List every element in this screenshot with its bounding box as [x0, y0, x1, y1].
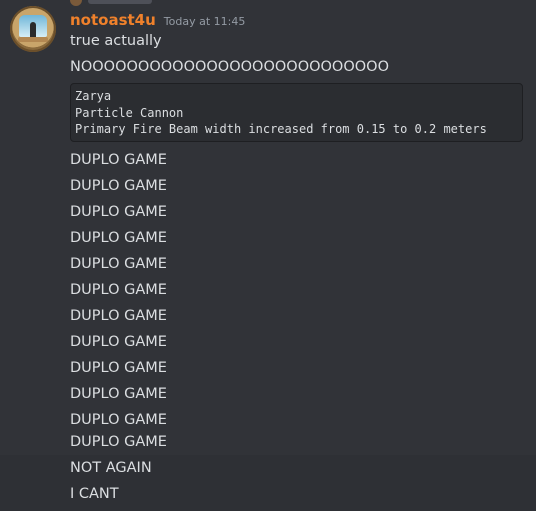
username[interactable]: notoast4u [70, 10, 156, 30]
message-line: DUPLO GAME [70, 334, 167, 350]
message-line: DUPLO GAME [70, 360, 167, 376]
message-line: DUPLO GAME [70, 412, 167, 428]
timestamp[interactable]: Today at 11:45 [164, 12, 246, 32]
code-block: Zarya Particle Cannon Primary Fire Beam … [70, 83, 523, 142]
previous-message-fragment [70, 0, 190, 6]
avatar-ground [18, 37, 48, 42]
mini-avatar [70, 0, 82, 6]
message-line: DUPLO GAME [70, 282, 167, 298]
code-line: Zarya [75, 89, 112, 103]
message-line: NOT AGAIN [70, 460, 152, 476]
truncated-text [88, 0, 152, 4]
message-line: DUPLO GAME [70, 204, 167, 220]
message-line: DUPLO GAME [70, 386, 167, 402]
code-line: Particle Cannon [75, 105, 184, 120]
code-line: Primary Fire Beam width increased from 0… [75, 122, 487, 136]
message-line: DUPLO GAME [70, 308, 167, 324]
avatar[interactable] [10, 6, 56, 52]
message-line: DUPLO GAME [70, 178, 167, 194]
message-line: DUPLO GAME [70, 152, 167, 168]
message-line: DUPLO GAME [70, 256, 167, 272]
message-header: notoast4u Today at 11:45 [70, 10, 245, 30]
message-line: DUPLO GAME [70, 434, 167, 450]
message-line: true actually [70, 33, 162, 49]
message-line: I CANT [70, 486, 119, 502]
message-line: DUPLO GAME [70, 230, 167, 246]
chat-messages: notoast4u Today at 11:45 true actually N… [0, 0, 536, 511]
message-line: NOOOOOOOOOOOOOOOOOOOOOOOOOOO [70, 59, 389, 75]
